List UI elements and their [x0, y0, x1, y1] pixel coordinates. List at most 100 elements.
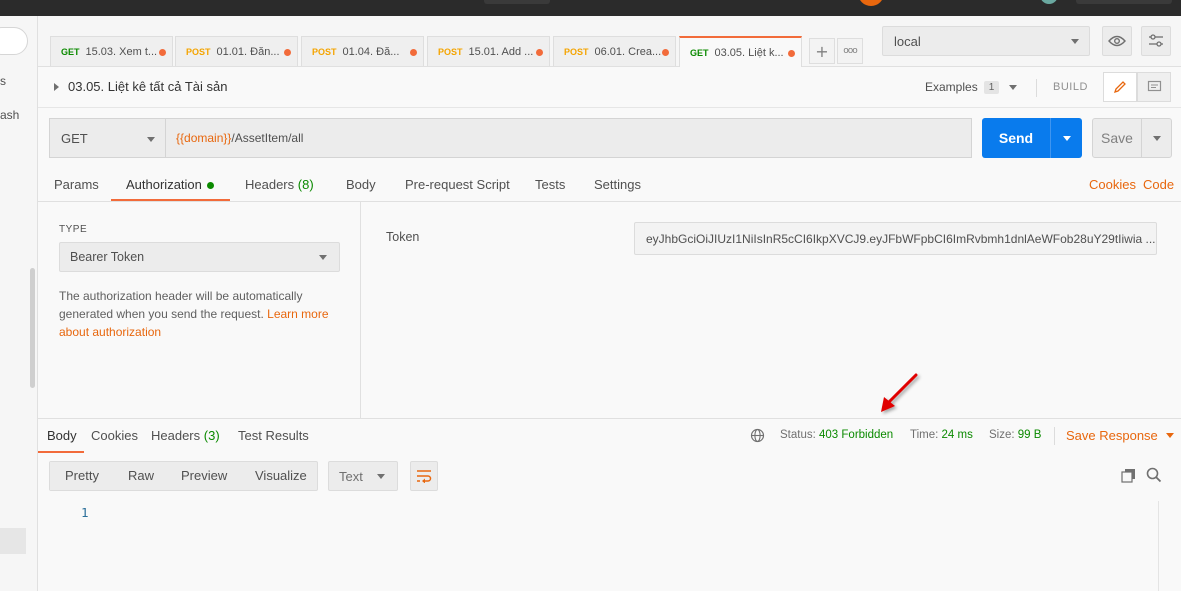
globe-icon[interactable] — [750, 428, 765, 443]
unsaved-dot-icon — [536, 49, 543, 56]
request-name[interactable]: 03.05. Liệt kê tất cả Tài sản — [68, 79, 227, 94]
copy-icon[interactable] — [1121, 468, 1136, 483]
expand-arrow-icon[interactable] — [54, 83, 59, 91]
chevron-down-icon — [1152, 135, 1161, 141]
tab-method: GET — [61, 46, 80, 57]
sidebar-item-text[interactable]: ash — [0, 108, 19, 122]
sidebar-selected-item[interactable] — [0, 528, 26, 554]
new-tab-button[interactable]: + — [809, 38, 835, 64]
avatar[interactable] — [1040, 0, 1058, 4]
tab-label: 06.01. Crea... — [594, 45, 662, 58]
response-tab-cookies[interactable]: Cookies — [91, 428, 138, 443]
environment-select[interactable]: local — [882, 26, 1090, 56]
chevron-down-icon — [1165, 433, 1174, 438]
tab-headers[interactable]: Headers (8) — [245, 177, 314, 192]
response-body-editor[interactable]: 1 — [38, 498, 1181, 591]
environment-bar: local — [870, 16, 1181, 67]
request-tab[interactable]: POST 01.01. Đăn... — [175, 36, 298, 66]
build-mode-label[interactable]: BUILD — [1053, 81, 1088, 93]
sidebar: s ash — [0, 16, 38, 591]
save-response-button[interactable]: Save Response — [1066, 428, 1174, 443]
auth-type-value: Bearer Token — [70, 250, 145, 264]
chevron-down-icon — [1062, 135, 1071, 141]
sidebar-scrollbar[interactable] — [30, 268, 35, 388]
save-options-button[interactable] — [1142, 135, 1171, 141]
token-label: Token — [386, 230, 420, 244]
tab-label: 15.01. Add ... — [468, 45, 534, 58]
request-tab-bar: GET 15.03. Xem t... POST 01.01. Đăn... P… — [38, 16, 870, 67]
request-tab[interactable]: POST 01.04. Đă... — [301, 36, 424, 66]
examples-dropdown[interactable]: Examples 1 — [925, 80, 1018, 94]
size-label: Size: — [989, 429, 1015, 441]
app-top-bar — [0, 0, 1181, 16]
send-options-button[interactable] — [1051, 135, 1082, 141]
tab-method: POST — [312, 46, 337, 57]
tab-body[interactable]: Body — [346, 177, 376, 192]
top-bar-upgrade[interactable] — [1076, 0, 1172, 4]
tab-authorization[interactable]: Authorization — [126, 177, 214, 192]
auth-type-select[interactable]: Bearer Token — [59, 242, 340, 272]
view-preview-button[interactable]: Preview — [181, 468, 227, 483]
view-visualize-button[interactable]: Visualize — [255, 468, 307, 483]
status-value: 403 Forbidden — [819, 429, 894, 441]
cookies-link[interactable]: Cookies — [1089, 177, 1136, 192]
environment-quick-look-button[interactable] — [1102, 26, 1132, 56]
time-readout: Time: 24 ms — [910, 429, 973, 441]
save-button[interactable]: Save — [1092, 118, 1172, 158]
auth-type-panel: TYPE Bearer Token The authorization head… — [38, 202, 361, 418]
edit-mode-button[interactable] — [1103, 72, 1137, 102]
tab-params[interactable]: Params — [54, 177, 99, 192]
wrap-lines-button[interactable] — [410, 461, 438, 491]
unsaved-dot-icon — [159, 49, 166, 56]
unsaved-dot-icon — [410, 49, 417, 56]
tab-method: POST — [564, 46, 589, 57]
tab-pre-request-script[interactable]: Pre-request Script — [405, 177, 510, 192]
token-input[interactable]: eyJhbGciOiJIUzI1NiIsInR5cCI6IkpXVCJ9.eyJ… — [634, 222, 1157, 255]
headers-count: (8) — [297, 177, 314, 192]
divider — [1054, 427, 1055, 445]
view-raw-button[interactable]: Raw — [128, 468, 154, 483]
wrap-lines-icon — [417, 470, 432, 483]
search-icon[interactable] — [1146, 467, 1162, 483]
response-format-value: Text — [339, 468, 363, 484]
auth-token-panel: Token eyJhbGciOiJIUzI1NiIsInR5cCI6IkpXVC… — [361, 202, 1181, 418]
code-link[interactable]: Code — [1143, 177, 1174, 192]
more-icon: ooo — [843, 46, 857, 56]
request-tab[interactable]: POST 06.01. Crea... — [553, 36, 676, 66]
annotation-arrow-icon — [881, 373, 918, 412]
sidebar-search-input[interactable] — [0, 27, 28, 55]
view-pretty-button[interactable]: Pretty — [50, 462, 114, 490]
notification-icon[interactable] — [858, 0, 884, 6]
more-tabs-button[interactable]: ooo — [837, 38, 863, 64]
tab-method: POST — [186, 46, 211, 57]
save-label: Save — [1101, 130, 1133, 146]
tab-label: 01.01. Đăn... — [216, 45, 280, 58]
request-tab[interactable]: GET 15.03. Xem t... — [50, 36, 173, 66]
chevron-down-icon — [319, 255, 327, 260]
comment-icon — [1147, 80, 1161, 92]
response-tab-body[interactable]: Body — [47, 428, 77, 443]
sidebar-item-text[interactable]: s — [0, 74, 6, 88]
response-tab-headers[interactable]: Headers (3) — [151, 428, 220, 443]
tab-settings[interactable]: Settings — [594, 177, 641, 192]
response-tab-test-results[interactable]: Test Results — [238, 428, 309, 443]
pencil-icon — [1113, 81, 1126, 94]
eye-icon — [1108, 35, 1126, 47]
editor-scrollbar[interactable] — [1158, 501, 1159, 591]
request-tab-active[interactable]: GET 03.05. Liệt k... — [679, 36, 802, 67]
response-format-select[interactable]: Text — [328, 461, 398, 491]
chevron-down-icon — [147, 137, 155, 142]
comments-button[interactable] — [1137, 72, 1171, 102]
url-input[interactable]: {{domain}}/AssetItem/all — [165, 118, 972, 158]
send-button[interactable]: Send — [982, 118, 1082, 158]
method-select[interactable]: GET — [49, 118, 165, 158]
save-response-label: Save Response — [1066, 428, 1158, 443]
chevron-down-icon — [1071, 39, 1079, 44]
top-bar-control[interactable] — [484, 0, 550, 4]
auth-help-body: The authorization header will be automat… — [59, 289, 303, 321]
tab-tests[interactable]: Tests — [535, 177, 565, 192]
auth-type-label: TYPE — [59, 224, 88, 235]
request-tab[interactable]: POST 15.01. Add ... — [427, 36, 550, 66]
manage-environments-button[interactable] — [1141, 26, 1171, 56]
method-value: GET — [61, 130, 88, 146]
